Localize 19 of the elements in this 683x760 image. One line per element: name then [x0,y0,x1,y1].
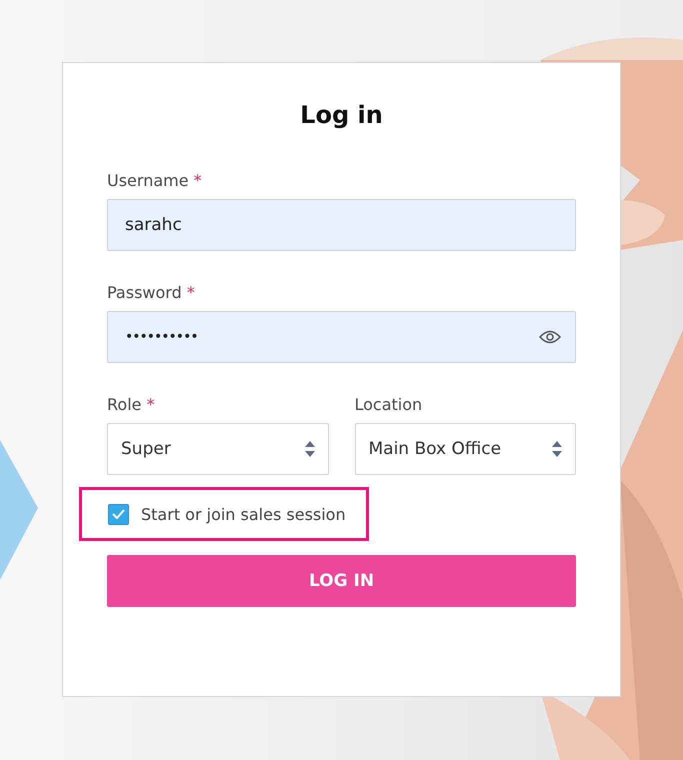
required-mark: * [186,283,195,302]
required-mark: * [146,395,155,414]
field-label: Password [107,283,182,302]
field-label: Location [354,395,422,414]
select-field[interactable]: Main Box Office [354,423,576,475]
checkbox-label[interactable]: Start or join sales session [141,504,346,524]
required-mark: * [194,171,202,190]
field-label: Role [107,395,142,414]
field-label: Username [107,171,189,190]
password-field[interactable]: •••••••••• [107,311,576,363]
checkbox[interactable] [108,504,129,524]
sort-arrows-icon [551,440,563,458]
sort-arrows-icon [304,440,316,458]
username-field[interactable]: sarahc [107,199,576,251]
check-icon [112,509,125,519]
select-field[interactable]: Super [107,423,328,475]
form-title: Log in [300,101,383,129]
login-button[interactable]: LOG IN [107,555,576,607]
eye-icon[interactable] [539,330,561,344]
